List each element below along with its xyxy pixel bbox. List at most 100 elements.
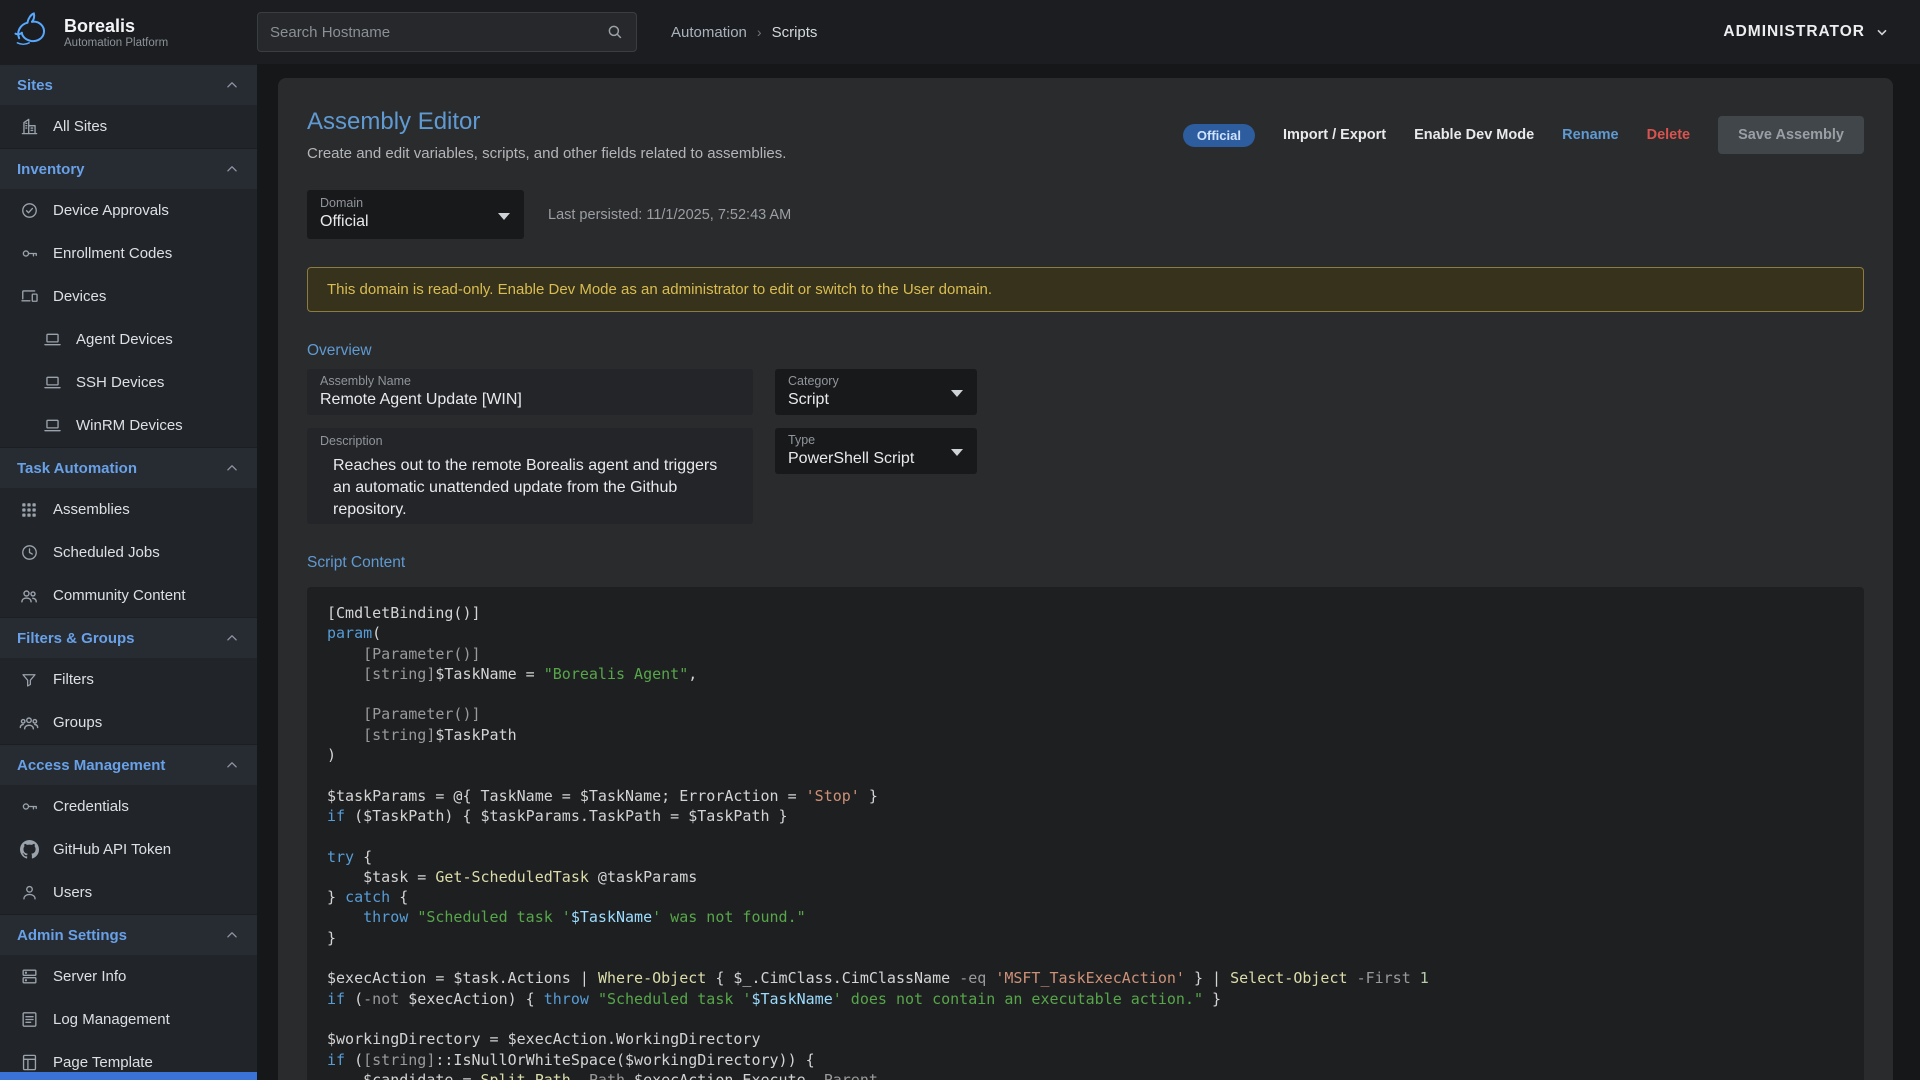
section-label: Access Management bbox=[17, 757, 165, 774]
sidebar-item-all-sites[interactable]: All Sites bbox=[0, 105, 257, 148]
sidebar-item-groups[interactable]: Groups bbox=[0, 701, 257, 744]
sidebar-item-ssh-devices[interactable]: SSH Devices bbox=[0, 361, 257, 404]
sidebar-item-enrollment-codes[interactable]: Enrollment Codes bbox=[0, 232, 257, 275]
sidebar-item-label: Users bbox=[53, 884, 92, 901]
code-editor[interactable]: [CmdletBinding()]param( [Parameter()] [s… bbox=[307, 587, 1864, 1080]
sidebar-item-label: Log Management bbox=[53, 1011, 170, 1028]
sidebar-section-filters-groups[interactable]: Filters & Groups bbox=[0, 617, 257, 658]
sidebar-item-assemblies[interactable]: Assemblies bbox=[0, 488, 257, 531]
page-icon bbox=[19, 1053, 39, 1073]
log-icon bbox=[19, 1010, 39, 1030]
description-value: Reaches out to the remote Borealis agent… bbox=[333, 455, 733, 521]
devices-icon bbox=[19, 287, 39, 307]
sidebar-item-device-approvals[interactable]: Device Approvals bbox=[0, 189, 257, 232]
code-line: [string]$TaskName = "Borealis Agent", bbox=[327, 664, 1844, 684]
filter-icon bbox=[19, 670, 39, 690]
assembly-name-label: Assembly Name bbox=[320, 374, 740, 388]
code-line bbox=[327, 765, 1844, 785]
code-line: try { bbox=[327, 847, 1844, 867]
code-line bbox=[327, 684, 1844, 704]
sidebar-item-label: Assemblies bbox=[53, 501, 130, 518]
enable-dev-mode-button[interactable]: Enable Dev Mode bbox=[1414, 127, 1534, 143]
sidebar-item-winrm-devices[interactable]: WinRM Devices bbox=[0, 404, 257, 447]
building-icon bbox=[19, 117, 39, 137]
sidebar-item-users[interactable]: Users bbox=[0, 871, 257, 914]
sidebar-active-item-partial[interactable] bbox=[0, 1072, 257, 1080]
script-content-section-label: Script Content bbox=[307, 554, 1864, 572]
sidebar-section-sites[interactable]: Sites bbox=[0, 64, 257, 105]
chevron-up-icon bbox=[223, 629, 241, 647]
import-export-button[interactable]: Import / Export bbox=[1283, 127, 1386, 143]
section-label: Filters & Groups bbox=[17, 630, 135, 647]
chevron-up-icon bbox=[223, 76, 241, 94]
user-menu[interactable]: ADMINISTRATOR bbox=[1723, 23, 1890, 41]
key-icon bbox=[19, 244, 39, 264]
sidebar-item-agent-devices[interactable]: Agent Devices bbox=[0, 318, 257, 361]
code-line: [Parameter()] bbox=[327, 704, 1844, 724]
laptop-icon bbox=[42, 330, 62, 350]
sidebar-section-admin-settings[interactable]: Admin Settings bbox=[0, 914, 257, 955]
code-line bbox=[327, 948, 1844, 968]
code-line: param( bbox=[327, 623, 1844, 643]
page-title: Assembly Editor bbox=[307, 108, 786, 136]
code-line: $execAction = $task.Actions | Where-Obje… bbox=[327, 968, 1844, 988]
page-subtitle: Create and edit variables, scripts, and … bbox=[307, 145, 786, 162]
save-assembly-button[interactable]: Save Assembly bbox=[1718, 116, 1864, 154]
sidebar-item-server-info[interactable]: Server Info bbox=[0, 955, 257, 998]
breadcrumb-separator: › bbox=[757, 24, 762, 40]
category-value: Script bbox=[788, 391, 964, 409]
rename-button[interactable]: Rename bbox=[1562, 127, 1618, 143]
breadcrumb-automation[interactable]: Automation bbox=[671, 24, 747, 41]
code-line: $taskParams = @{ TaskName = $TaskName; E… bbox=[327, 786, 1844, 806]
sidebar-item-scheduled-jobs[interactable]: Scheduled Jobs bbox=[0, 531, 257, 574]
official-badge: Official bbox=[1183, 124, 1255, 147]
breadcrumb-scripts: Scripts bbox=[772, 24, 818, 41]
description-field[interactable]: Description Reaches out to the remote Bo… bbox=[307, 428, 753, 524]
section-label: Admin Settings bbox=[17, 927, 127, 944]
sidebar-item-devices[interactable]: Devices bbox=[0, 275, 257, 318]
code-line: ) bbox=[327, 745, 1844, 765]
sidebar-item-label: Device Approvals bbox=[53, 202, 169, 219]
sidebar-section-access-management[interactable]: Access Management bbox=[0, 744, 257, 785]
sidebar-item-community-content[interactable]: Community Content bbox=[0, 574, 257, 617]
code-line: $workingDirectory = $execAction.WorkingD… bbox=[327, 1029, 1844, 1049]
sidebar-item-log-management[interactable]: Log Management bbox=[0, 998, 257, 1041]
globe-check-icon bbox=[19, 201, 39, 221]
section-label: Task Automation bbox=[17, 460, 137, 477]
overview-fields: Assembly Name Remote Agent Update [WIN] … bbox=[307, 369, 1864, 524]
assembly-name-field[interactable]: Assembly Name Remote Agent Update [WIN] bbox=[307, 369, 753, 415]
section-label: Inventory bbox=[17, 161, 85, 178]
groups-icon bbox=[19, 713, 39, 733]
laptop-icon bbox=[42, 416, 62, 436]
sidebar-item-label: Server Info bbox=[53, 968, 126, 985]
domain-select[interactable]: Domain Official bbox=[307, 190, 524, 239]
brand-text: Borealis Automation Platform bbox=[64, 16, 168, 49]
chevron-up-icon bbox=[223, 926, 241, 944]
code-line bbox=[327, 1009, 1844, 1029]
sidebar-item-filters[interactable]: Filters bbox=[0, 658, 257, 701]
sidebar-section-task-automation[interactable]: Task Automation bbox=[0, 447, 257, 488]
search-box[interactable] bbox=[257, 12, 637, 52]
delete-button[interactable]: Delete bbox=[1647, 127, 1691, 143]
overview-section-label: Overview bbox=[307, 342, 1864, 360]
breadcrumb: Automation › Scripts bbox=[671, 24, 817, 41]
category-select[interactable]: Category Script bbox=[775, 369, 977, 415]
sidebar-item-label: Groups bbox=[53, 714, 102, 731]
sidebar-section-inventory[interactable]: Inventory bbox=[0, 148, 257, 189]
code-line: [string]$TaskPath bbox=[327, 725, 1844, 745]
code-line: $candidate = Split-Path -Path $execActio… bbox=[327, 1070, 1844, 1080]
search-input[interactable] bbox=[270, 24, 598, 41]
last-persisted-text: Last persisted: 11/1/2025, 7:52:43 AM bbox=[548, 207, 791, 223]
header-actions: Official Import / Export Enable Dev Mode… bbox=[1183, 116, 1864, 154]
sidebar-sections: SitesAll Sites Inventory Device Approvals E… bbox=[0, 64, 257, 1080]
domain-label: Domain bbox=[320, 196, 511, 210]
sidebar-item-github-api-token[interactable]: GitHub API Token bbox=[0, 828, 257, 871]
type-select[interactable]: Type PowerShell Script bbox=[775, 428, 977, 474]
code-line: throw "Scheduled task '$TaskName' was no… bbox=[327, 907, 1844, 927]
description-label: Description bbox=[320, 434, 740, 448]
server-icon bbox=[19, 967, 39, 987]
sidebar-item-credentials[interactable]: Credentials bbox=[0, 785, 257, 828]
readonly-warning-banner: This domain is read-only. Enable Dev Mod… bbox=[307, 267, 1864, 312]
type-label: Type bbox=[788, 433, 964, 447]
chevron-up-icon bbox=[223, 756, 241, 774]
